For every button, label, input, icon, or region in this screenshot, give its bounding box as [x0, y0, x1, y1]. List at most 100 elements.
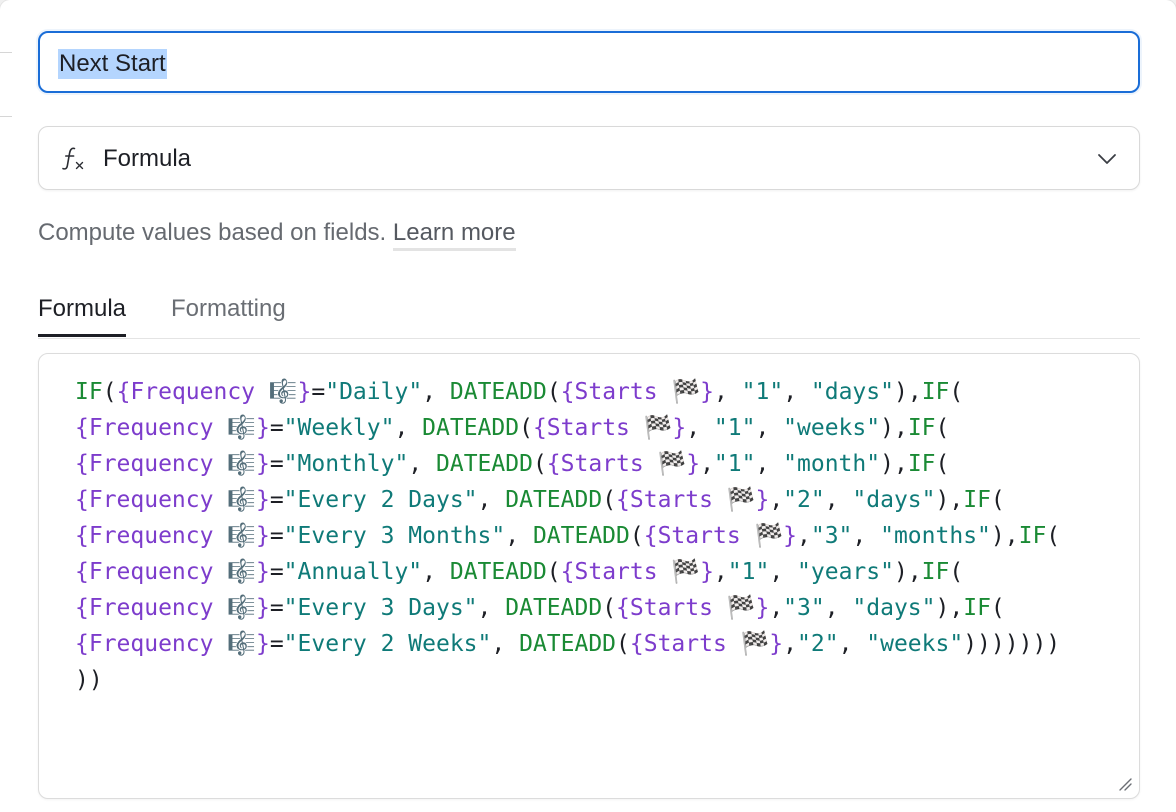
field-reference-token: {Starts 🏁} [643, 523, 797, 549]
punctuation-token: ( [949, 559, 964, 585]
string-token: "3" [810, 523, 853, 549]
field-reference-token: {Frequency 🎼} [75, 415, 270, 441]
punctuation-token: = [269, 487, 284, 513]
function-token: DATEADD [505, 487, 603, 513]
formula-tabs: Formula Formatting [38, 292, 1140, 339]
field-reference-token: {Starts 🏁} [616, 595, 770, 621]
punctuation-token: , [477, 487, 506, 513]
string-token: "Weekly" [283, 415, 395, 441]
punctuation-token: ( [616, 631, 630, 657]
punctuation-token: , [713, 379, 742, 405]
learn-more-link[interactable]: Learn more [392, 219, 516, 251]
formula-line: {Frequency 🎼}="Every 3 Months", DATEADD(… [75, 523, 1060, 549]
formula-line: {Frequency 🎼}="Monthly", DATEADD({Starts… [75, 451, 949, 477]
field-reference-token: {Frequency 🎼} [75, 595, 270, 621]
punctuation-token: ( [1046, 523, 1061, 549]
field-name-value: Next Start [58, 49, 167, 79]
punctuation-token: ), [893, 379, 922, 405]
punctuation-token: ), [880, 451, 908, 477]
string-token: "Every 3 Days" [283, 595, 478, 621]
formula-editor[interactable]: IF({Frequency 🎼}="Daily", DATEADD({Start… [38, 353, 1140, 799]
tab-formatting[interactable]: Formatting [171, 292, 286, 326]
punctuation-token: , [783, 631, 798, 657]
field-reference-token: {Starts 🏁} [560, 379, 714, 405]
function-token: IF [963, 595, 991, 621]
function-token: IF [907, 451, 936, 477]
punctuation-token: = [311, 379, 326, 405]
punctuation-token: ), [880, 415, 908, 441]
formula-line: IF({Frequency 🎼}="Daily", DATEADD({Start… [75, 379, 963, 405]
punctuation-token: ( [102, 379, 117, 405]
edge-divider [0, 116, 12, 117]
formula-line: {Frequency 🎼}="Every 2 Weeks", DATEADD({… [75, 631, 1060, 657]
string-token: "Every 2 Days" [283, 487, 478, 513]
field-reference-token: {Starts 🏁} [532, 415, 687, 441]
field-reference-token: {Starts 🏁} [560, 559, 714, 585]
field-type-label: Formula [103, 145, 192, 172]
function-token: DATEADD [422, 415, 520, 441]
punctuation-token: , [491, 631, 520, 657]
string-token: "Annually" [283, 559, 423, 585]
field-reference-token: {Frequency 🎼} [75, 487, 270, 513]
field-reference-token: {Starts 🏁} [616, 487, 770, 513]
function-token: IF [1018, 523, 1047, 549]
punctuation-token: ( [602, 487, 617, 513]
description-text: Compute values based on fields. [38, 219, 387, 246]
function-token: DATEADD [436, 451, 533, 477]
string-token: "months" [880, 523, 991, 549]
punctuation-token: , [505, 523, 533, 549]
punctuation-token: , [686, 415, 714, 441]
field-type-select[interactable]: Formula [38, 126, 1140, 190]
function-token: DATEADD [449, 559, 547, 585]
formula-code[interactable]: IF({Frequency 🎼}="Daily", DATEADD({Start… [75, 374, 1060, 698]
string-token: "2" [783, 487, 825, 513]
punctuation-token: , [422, 379, 450, 405]
punctuation-token: , [394, 415, 423, 441]
punctuation-token: = [269, 451, 284, 477]
punctuation-token: , [824, 595, 853, 621]
punctuation-token: , [713, 559, 728, 585]
string-token: "1" [727, 559, 770, 585]
punctuation-token: , [769, 559, 798, 585]
field-reference-token: {Frequency 🎼} [75, 559, 270, 585]
string-token: "days" [810, 379, 894, 405]
string-token: "Daily" [325, 379, 423, 405]
string-token: "1" [713, 415, 756, 441]
function-token: IF [921, 559, 950, 585]
field-reference-token: {Frequency 🎼} [75, 451, 270, 477]
field-reference-token: {Frequency 🎼} [75, 523, 270, 549]
punctuation-token: , [755, 415, 784, 441]
formula-line: {Frequency 🎼}="Annually", DATEADD({Start… [75, 559, 963, 585]
function-token: DATEADD [449, 379, 547, 405]
string-token: "days" [852, 595, 936, 621]
string-token: "2" [797, 631, 839, 657]
function-token: IF [921, 379, 950, 405]
string-token: "1" [713, 451, 756, 477]
punctuation-token: ), [935, 595, 964, 621]
punctuation-token: = [269, 415, 284, 441]
punctuation-token: ( [990, 487, 1005, 513]
function-token: IF [75, 379, 103, 405]
formula-line: {Frequency 🎼}="Every 3 Days", DATEADD({S… [75, 595, 1005, 621]
string-token: "weeks" [866, 631, 964, 657]
field-reference-token: {Starts 🏁} [629, 631, 784, 657]
punctuation-token: , [408, 451, 436, 477]
punctuation-token: ( [935, 415, 950, 441]
punctuation-token: , [852, 523, 881, 549]
function-token: IF [963, 487, 991, 513]
string-token: "days" [852, 487, 936, 513]
punctuation-token: ), [935, 487, 964, 513]
formula-line: {Frequency 🎼}="Every 2 Days", DATEADD({S… [75, 487, 1005, 513]
field-reference-token: {Starts 🏁} [546, 451, 701, 477]
tab-formula[interactable]: Formula [38, 292, 127, 337]
punctuation-token: ( [519, 415, 533, 441]
function-token: DATEADD [505, 595, 603, 621]
punctuation-token: ( [629, 523, 644, 549]
punctuation-token: )) [75, 667, 103, 693]
field-name-input[interactable]: Next Start [38, 31, 1140, 93]
resize-handle-icon[interactable] [1117, 776, 1133, 792]
punctuation-token: , [422, 559, 450, 585]
string-token: "1" [741, 379, 784, 405]
punctuation-token: , [824, 487, 853, 513]
function-token: IF [907, 415, 936, 441]
